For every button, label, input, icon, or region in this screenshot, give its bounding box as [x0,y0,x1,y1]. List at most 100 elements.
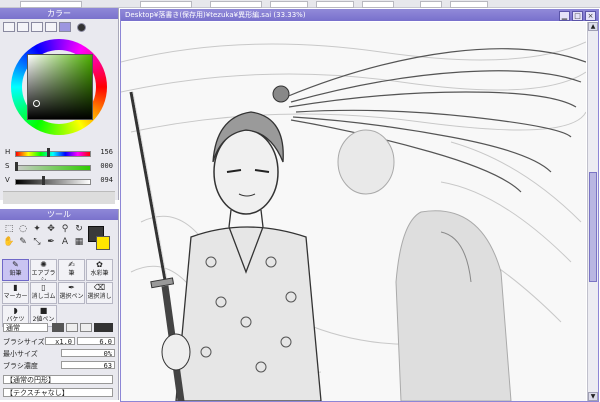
color-cursor-icon[interactable] [33,100,40,107]
saturation-value-square[interactable] [27,54,93,120]
swatch-tab[interactable] [45,22,57,32]
brush-size-multiplier[interactable]: x1.0 [45,337,75,346]
min-size-row: 最小サイズ 0% [3,349,115,358]
brush-size-row: ブラシサイズ x1.0 6.0 [3,337,115,346]
scroll-up-icon[interactable]: ▲ [588,22,598,31]
scrollbar-thumb[interactable] [589,172,597,282]
brush-shape-icon[interactable] [94,323,113,332]
tool-grid: ⬚ ◌ ✦ ✥ ⚲ ↻ ✋ ✎ ⤡ ✒ A ▦ [3,224,83,248]
minimize-icon[interactable]: ▁ [559,11,570,21]
h-value[interactable]: 156 [100,148,113,156]
hand-icon[interactable]: ✋ [3,237,15,248]
brush-shape-select[interactable]: 【通常の円形】 [3,375,113,384]
pencil-sketch [121,22,586,401]
text-icon[interactable]: A [59,237,71,248]
s-label: S [5,162,10,170]
brush-7[interactable]: ⌫ 選択消し [86,282,113,304]
top-toolbar [0,0,600,8]
tool-panel: ツール ⬚ ◌ ✦ ✥ ⚲ ↻ ✋ ✎ ⤡ ✒ A ▦ ✎ 鉛筆 ✺ エアブラシ ✍ 筆 ✿… [0,209,119,400]
toolbar-field[interactable] [270,1,308,8]
background-color-swatch[interactable] [96,236,110,250]
pen-icon[interactable]: ✒ [45,237,57,248]
v-slider[interactable] [15,179,91,185]
brush-icon: ◗ [13,306,18,315]
brush-icon: ⌫ [93,283,106,292]
scratchpad-tab[interactable] [59,22,71,32]
transform-icon[interactable]: ⤡ [31,237,43,248]
move-icon[interactable]: ✥ [45,224,57,235]
brush-6[interactable]: ✒ 選択ペン [58,282,85,304]
v-value[interactable]: 094 [100,176,113,184]
brush-4[interactable]: ▮ マーカー [2,282,29,304]
canvas-window: Desktop¥落書き(保存用)¥tezuka¥異形編.sai (33.33%)… [120,9,599,402]
s-slider[interactable] [15,165,91,171]
brush-2[interactable]: ✍ 筆 [58,259,85,281]
brush-texture-select[interactable]: 【テクスチャなし】 [3,388,113,397]
toolbar-field[interactable] [316,1,354,8]
swatch-bar[interactable] [3,191,115,204]
brush-icon: ✎ [12,260,19,269]
s-slider-row: S 000 [3,162,115,172]
maximize-icon[interactable]: □ [572,11,583,21]
magic-wand-icon[interactable]: ✦ [31,224,43,235]
s-value[interactable]: 000 [100,162,113,170]
grid-icon[interactable]: ▦ [73,237,85,248]
blend-mode-select[interactable]: 通常 [3,323,48,332]
brush-icon: ✍ [68,260,75,269]
drawing-canvas[interactable] [121,22,586,401]
h-slider[interactable] [15,151,91,157]
brush-shape-icon[interactable] [80,323,92,332]
toolbar-field[interactable] [450,1,488,8]
min-size-input[interactable]: 0% [61,349,115,358]
brush-label: エアブラシ [31,270,56,281]
brush-label: 消しゴム [31,293,56,300]
brush-shape-icon[interactable] [66,323,78,332]
color-wheel-tab[interactable] [3,22,15,32]
color-panel-title: カラー [0,8,118,19]
eyedropper-icon[interactable]: ✎ [17,237,29,248]
brush-5[interactable]: ▯ 消しゴム [30,282,57,304]
pin-icon[interactable] [77,23,86,32]
select-rect-icon[interactable]: ⬚ [3,224,15,235]
zoom-icon[interactable]: ⚲ [59,224,71,235]
brush-size-label: ブラシサイズ [3,338,45,346]
canvas-title-bar[interactable]: Desktop¥落書き(保存用)¥tezuka¥異形編.sai (33.33%)… [121,10,598,21]
h-slider-knob[interactable] [46,148,50,157]
s-slider-knob[interactable] [15,162,18,171]
color-panel: カラー H 156 S 000 V 094 [0,8,119,204]
density-label: ブラシ濃度 [3,362,38,370]
brush-label: 水彩筆 [90,270,109,277]
brush-shape-icon[interactable] [52,323,64,332]
v-label: V [5,176,10,184]
color-swap[interactable] [88,226,110,250]
v-slider-knob[interactable] [42,176,46,185]
close-icon[interactable]: × [585,11,596,21]
brush-icon: ▯ [41,283,46,292]
window-buttons: ▁ □ × [559,11,596,21]
brush-label: 筆 [68,270,75,277]
h-slider-row: H 156 [3,148,115,158]
brush-icon: ✿ [96,260,103,269]
toolbar-field[interactable] [140,1,192,8]
lasso-icon[interactable]: ◌ [17,224,29,235]
brush-icon: ✺ [40,260,47,269]
toolbar-field[interactable] [210,1,262,8]
rotate-icon[interactable]: ↻ [73,224,85,235]
brush-3[interactable]: ✿ 水彩筆 [86,259,113,281]
brush-size-input[interactable]: 6.0 [77,337,115,346]
brush-label: マーカー [3,293,28,300]
vertical-scrollbar[interactable]: ▲ ▼ [587,22,598,401]
toolbar-field[interactable] [420,1,442,8]
brush-1[interactable]: ✺ エアブラシ [30,259,57,281]
density-input[interactable]: 63 [61,361,115,370]
brush-0[interactable]: ✎ 鉛筆 [2,259,29,281]
toolbar-field[interactable] [362,1,394,8]
tool-panel-title: ツール [0,209,118,220]
h-label: H [5,148,11,156]
hsv-slider-tab[interactable] [31,22,43,32]
brush-label: 2値ペン [32,316,55,323]
brush-label: 選択消し [87,293,112,300]
toolbar-field[interactable] [20,1,82,8]
rgb-slider-tab[interactable] [17,22,29,32]
color-mode-tabs [3,22,86,32]
